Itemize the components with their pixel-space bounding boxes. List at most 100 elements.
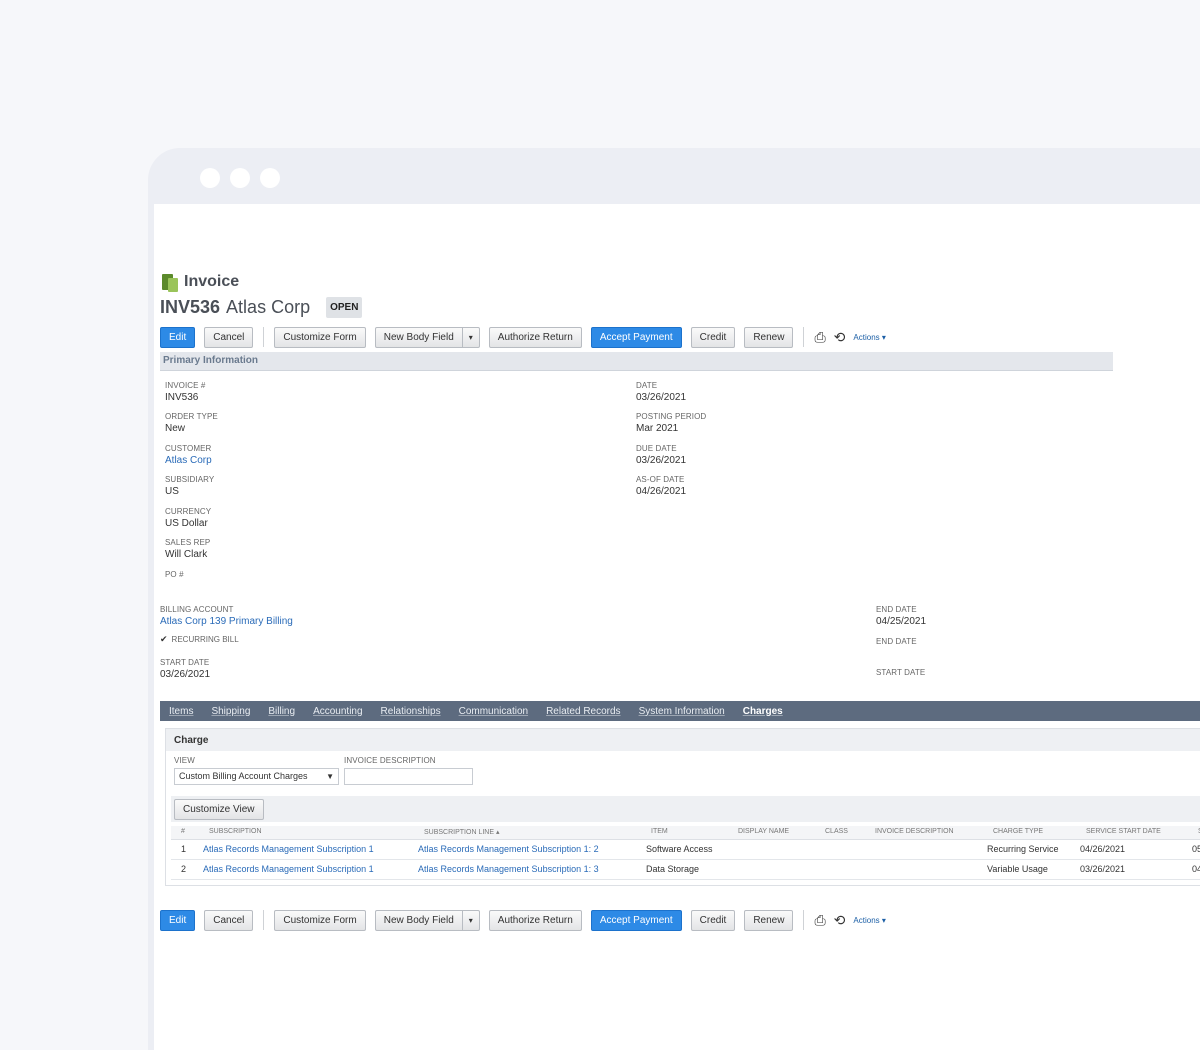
window-dot-icon — [200, 168, 220, 188]
actions-menu[interactable]: Actions ▾ — [853, 333, 885, 342]
status-badge: OPEN — [326, 297, 363, 318]
start-date-field-right: START DATE — [876, 668, 926, 677]
customize-view-bar: Customize View — [171, 796, 1200, 822]
charges-panel: Charge VIEW Custom Billing Account Charg… — [165, 728, 1200, 886]
billing-account-field: BILLING ACCOUNT Atlas Corp 139 Primary B… — [160, 605, 293, 629]
tab-accounting[interactable]: Accounting — [313, 706, 362, 717]
invoice-number-field: INVOICE # INV536 — [165, 381, 206, 403]
date-field: DATE 03/26/2021 — [636, 381, 687, 403]
chevron-down-icon[interactable]: ▾ — [461, 910, 479, 930]
subscription-line-link[interactable]: Atlas Records Management Subscription 1:… — [418, 844, 599, 854]
column-header[interactable]: SUBSCRIPTION LINE ▴ — [424, 828, 499, 836]
record-customer: Atlas Corp — [226, 297, 311, 317]
po-number-field: PO # — [165, 570, 184, 579]
sales-rep-field: SALES REP Will Clark — [165, 538, 211, 560]
customize-form-button[interactable]: Customize Form — [274, 909, 366, 931]
edit-button[interactable]: Edit — [160, 909, 196, 931]
record-type: Invoice — [184, 273, 240, 290]
view-label-field: VIEW — [174, 756, 195, 765]
record-type-header: Invoice — [162, 272, 239, 292]
view-select[interactable]: Custom Billing Account Charges ▼ — [174, 768, 339, 785]
tab-billing[interactable]: Billing — [268, 706, 295, 717]
top-toolbar: Edit Cancel Customize Form New Body Fiel… — [160, 326, 886, 348]
invoice-description-input[interactable] — [344, 768, 473, 785]
credit-button[interactable]: Credit — [690, 909, 736, 931]
chevron-down-icon[interactable]: ▾ — [461, 327, 479, 347]
as-of-date-field: AS-OF DATE 04/26/2021 — [636, 475, 687, 497]
new-body-field-button[interactable]: New Body Field ▾ — [374, 326, 480, 348]
window-dot-icon — [260, 168, 280, 188]
charge-header: Charge — [166, 729, 1200, 751]
subscription-link[interactable]: Atlas Records Management Subscription 1 — [203, 864, 374, 874]
credit-button[interactable]: Credit — [690, 326, 736, 348]
new-body-field-button[interactable]: New Body Field ▾ — [374, 909, 480, 931]
print-icon[interactable]: ⎙ — [814, 912, 825, 929]
tab-communication[interactable]: Communication — [459, 706, 528, 717]
toolbar-divider — [263, 910, 265, 930]
subscription-link[interactable]: Atlas Records Management Subscription 1 — [203, 844, 374, 854]
print-icon[interactable]: ⎙ — [814, 329, 825, 346]
bottom-toolbar: Edit Cancel Customize Form New Body Fiel… — [160, 909, 886, 931]
billing-account-link[interactable]: Atlas Corp 139 Primary Billing — [160, 615, 293, 629]
email-icon[interactable]: ⟲ — [834, 329, 846, 346]
edit-button[interactable]: Edit — [160, 326, 196, 348]
checkmark-icon: ✔ — [160, 634, 168, 644]
table-row[interactable]: 1 Atlas Records Management Subscription … — [171, 840, 1200, 860]
subsidiary-field: SUBSIDIARY US — [165, 475, 215, 497]
cancel-button[interactable]: Cancel — [204, 326, 254, 348]
accept-payment-button[interactable]: Accept Payment — [590, 326, 682, 348]
currency-field: CURRENCY US Dollar — [165, 507, 212, 529]
cancel-button[interactable]: Cancel — [204, 909, 254, 931]
order-type-field: ORDER TYPE New — [165, 412, 218, 434]
customize-form-button[interactable]: Customize Form — [274, 326, 366, 348]
authorize-return-button[interactable]: Authorize Return — [488, 326, 582, 348]
column-header[interactable]: SERVICE START DATE — [1086, 828, 1161, 835]
customize-view-button[interactable]: Customize View — [174, 799, 264, 820]
column-header[interactable]: # — [181, 828, 185, 835]
customer-field: CUSTOMER Atlas Corp — [165, 444, 212, 468]
recurring-bill-checkbox[interactable]: ✔ RECURRING BILL — [160, 634, 239, 645]
record-title: INV536 Atlas Corp OPEN — [160, 297, 363, 318]
tab-relationships[interactable]: Relationships — [381, 706, 441, 717]
end-date-field: END DATE 04/25/2021 — [876, 605, 927, 627]
column-header[interactable]: CHARGE TYPE — [993, 828, 1043, 835]
column-header[interactable]: ITEM — [651, 828, 668, 835]
tab-system-information[interactable]: System Information — [639, 706, 725, 717]
due-date-field: DUE DATE 03/26/2021 — [636, 444, 687, 466]
primary-information-header: Primary Information — [160, 352, 1113, 371]
table-header-row: # SUBSCRIPTION SUBSCRIPTION LINE ▴ ITEM … — [171, 826, 1200, 840]
toolbar-divider — [263, 327, 265, 347]
start-date-field: START DATE 03/26/2021 — [160, 658, 211, 680]
posting-period-field: POSTING PERIOD Mar 2021 — [636, 412, 707, 434]
tab-shipping[interactable]: Shipping — [211, 706, 250, 717]
window-controls — [200, 168, 280, 188]
tab-related-records[interactable]: Related Records — [546, 706, 620, 717]
window-dot-icon — [230, 168, 250, 188]
toolbar-divider — [803, 910, 805, 930]
column-header[interactable]: SUBSCRIPTION — [209, 828, 262, 835]
column-header[interactable]: DISPLAY NAME — [738, 828, 789, 835]
email-icon[interactable]: ⟲ — [834, 912, 846, 929]
end-date-field-2: END DATE — [876, 637, 917, 646]
subtab-bar: Items Shipping Billing Accounting Relati… — [160, 701, 1200, 721]
chevron-down-icon: ▼ — [326, 772, 334, 781]
view-select-value: Custom Billing Account Charges — [179, 771, 308, 781]
tab-items[interactable]: Items — [169, 706, 193, 717]
actions-menu[interactable]: Actions ▾ — [853, 916, 885, 925]
table-row[interactable]: 2 Atlas Records Management Subscription … — [171, 860, 1200, 880]
invoice-icon — [162, 272, 178, 292]
invoice-description-label-field: INVOICE DESCRIPTION — [344, 756, 436, 765]
column-header[interactable]: INVOICE DESCRIPTION — [875, 828, 954, 835]
subscription-line-link[interactable]: Atlas Records Management Subscription 1:… — [418, 864, 599, 874]
accept-payment-button[interactable]: Accept Payment — [590, 909, 682, 931]
tab-charges[interactable]: Charges — [743, 706, 783, 717]
authorize-return-button[interactable]: Authorize Return — [488, 909, 582, 931]
new-body-field-label: New Body Field — [383, 914, 454, 926]
toolbar-divider — [803, 327, 805, 347]
new-body-field-label: New Body Field — [383, 331, 454, 343]
customer-link[interactable]: Atlas Corp — [165, 454, 212, 468]
renew-button[interactable]: Renew — [744, 326, 794, 348]
charges-table: # SUBSCRIPTION SUBSCRIPTION LINE ▴ ITEM … — [171, 826, 1200, 880]
column-header[interactable]: CLASS — [825, 828, 848, 835]
renew-button[interactable]: Renew — [744, 909, 794, 931]
